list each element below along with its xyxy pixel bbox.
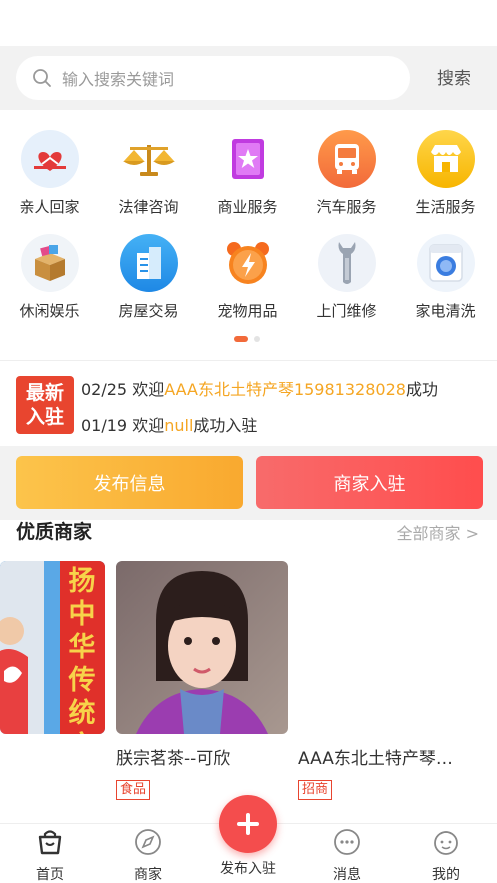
merchant-tag: 食品	[116, 780, 151, 800]
merchant-card-image[interactable]	[116, 561, 288, 734]
category-business[interactable]: 商业服务	[198, 130, 297, 217]
category-label: 生活服务	[415, 198, 476, 216]
merchant-name[interactable]: 朕宗茗茶--可欣	[116, 744, 230, 769]
bus-icon	[317, 130, 376, 188]
category-label: 汽车服务	[316, 198, 377, 216]
banner-text: 扬中华传统文化	[68, 566, 96, 734]
washing-machine-icon	[416, 234, 475, 292]
hearts-home-icon	[20, 130, 79, 188]
divider	[0, 360, 497, 361]
status-area	[0, 0, 497, 46]
category-leisure[interactable]: 休闲娱乐	[0, 234, 99, 321]
all-merchants-link[interactable]: 全部商家 >	[397, 520, 480, 544]
category-family-return[interactable]: 亲人回家	[0, 130, 99, 217]
news-suffix: 成功	[405, 380, 438, 399]
category-housing[interactable]: 房屋交易	[99, 234, 198, 321]
tab-label: 首页	[36, 867, 64, 883]
tab-label: 商家	[134, 867, 162, 883]
search-placeholder: 输入搜索关键词	[62, 70, 175, 89]
plus-icon	[237, 813, 259, 835]
chat-bubble-icon	[334, 829, 360, 855]
news-item[interactable]: 02/25 欢迎AAA东北土特产琴15981328028成功	[81, 376, 438, 400]
search-bar: 输入搜索关键词 搜索	[0, 46, 497, 110]
news-date: 01/19	[81, 416, 128, 435]
compass-icon	[135, 829, 161, 855]
news-prefix: 欢迎	[132, 380, 165, 399]
category-auto[interactable]: 汽车服务	[297, 130, 396, 217]
news-date: 02/25	[81, 380, 128, 399]
search-icon	[33, 69, 51, 87]
category-repair[interactable]: 上门维修	[297, 234, 396, 321]
wrench-icon	[317, 234, 376, 292]
tab-messages[interactable]: 消息	[312, 828, 382, 883]
publish-fab-button[interactable]	[219, 795, 277, 853]
news-prefix: 欢迎	[132, 416, 165, 435]
badge-line: 最新	[25, 382, 64, 404]
merchant-card-image[interactable]: 扬中华传统文化	[0, 561, 105, 734]
new-merchant-ticker[interactable]: 最新 入驻 02/25 欢迎AAA东北土特产琴15981328028成功 01/…	[0, 370, 497, 446]
alarm-clock-icon	[219, 234, 277, 292]
category-label: 法律咨询	[118, 198, 179, 216]
tab-label[interactable]: 发布入驻	[210, 858, 286, 878]
category-label: 商业服务	[217, 198, 278, 216]
home-bag-icon	[38, 830, 62, 855]
news-merchant-name: null	[164, 416, 194, 435]
search-button[interactable]: 搜索	[437, 64, 471, 89]
publish-info-button[interactable]: 发布信息	[16, 456, 243, 509]
category-label: 亲人回家	[19, 198, 80, 216]
tab-merchant[interactable]: 商家	[113, 828, 183, 883]
star-card-icon	[219, 130, 277, 188]
category-pet[interactable]: 宠物用品	[198, 234, 297, 321]
news-suffix: 成功入驻	[193, 416, 258, 435]
category-label: 房屋交易	[118, 302, 179, 320]
tab-mine[interactable]: 我的	[411, 828, 481, 883]
category-life[interactable]: 生活服务	[396, 130, 495, 217]
badge-line: 入驻	[25, 406, 64, 428]
page-indicator	[234, 336, 260, 342]
user-face-icon	[434, 831, 458, 855]
category-label: 上门维修	[316, 302, 377, 320]
tab-label: 消息	[333, 867, 361, 883]
category-appliance-cleaning[interactable]: 家电清洗	[396, 234, 495, 321]
page-dot	[254, 336, 260, 342]
search-input[interactable]: 输入搜索关键词	[16, 56, 410, 100]
merchant-name[interactable]: AAA东北土特产琴…	[298, 744, 453, 769]
building-icon	[119, 234, 178, 292]
category-label: 宠物用品	[217, 302, 278, 320]
news-merchant-name: AAA东北土特产琴15981328028	[164, 380, 406, 399]
shop-icon	[416, 130, 475, 188]
merchant-tag: 招商	[298, 780, 333, 800]
scales-icon	[120, 130, 178, 188]
new-arrival-badge: 最新 入驻	[16, 376, 74, 434]
category-legal[interactable]: 法律咨询	[99, 130, 198, 217]
section-title: 优质商家	[16, 521, 93, 543]
news-item[interactable]: 01/19 欢迎null成功入驻	[81, 412, 257, 436]
merchant-join-button[interactable]: 商家入驻	[256, 456, 483, 509]
page-dot-active	[234, 336, 248, 342]
category-label: 休闲娱乐	[19, 302, 80, 320]
category-label: 家电清洗	[415, 302, 476, 320]
tab-home[interactable]: 首页	[15, 828, 85, 883]
tab-label: 我的	[432, 867, 460, 883]
gift-box-icon	[20, 234, 79, 292]
